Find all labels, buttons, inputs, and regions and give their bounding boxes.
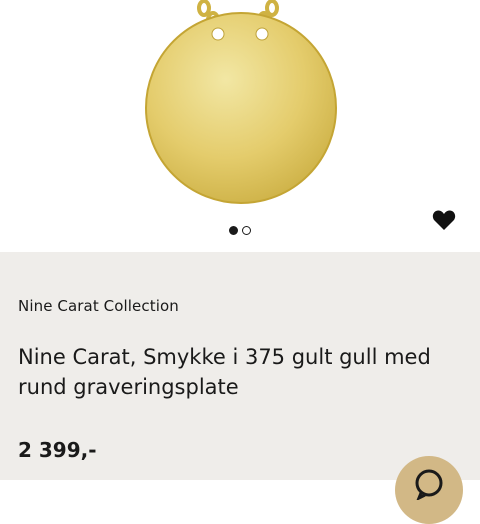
carousel-dot-1[interactable] [229, 226, 238, 235]
product-price: 2 399,- [18, 438, 97, 462]
product-title: Nine Carat, Smykke i 375 gult gull med r… [18, 345, 431, 399]
carousel-dot-2[interactable] [242, 226, 251, 235]
product-brand[interactable]: Nine Carat Collection [18, 297, 179, 315]
product-gallery[interactable] [0, 0, 480, 252]
heart-icon [432, 210, 456, 230]
carousel-dots [0, 226, 480, 235]
chat-icon [415, 469, 443, 500]
product-image[interactable] [0, 0, 480, 252]
favorite-button[interactable] [430, 206, 458, 234]
chat-button[interactable] [395, 456, 463, 524]
